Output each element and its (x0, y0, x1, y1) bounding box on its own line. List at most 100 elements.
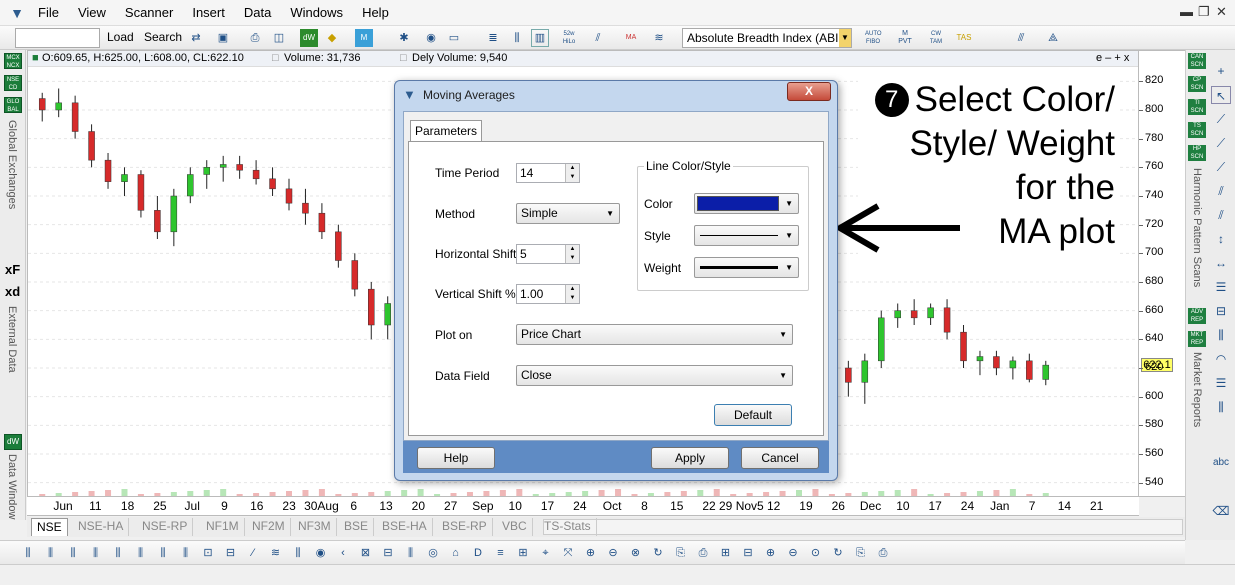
save-icon[interactable]: ▣ (214, 29, 232, 47)
color-select[interactable]: ▼ (694, 193, 799, 214)
mkt-rep-badge[interactable]: MKT REP (1188, 331, 1206, 347)
menu-scanner[interactable]: Scanner (125, 5, 173, 20)
expand-icon[interactable]: ↻ (650, 544, 666, 562)
renko-style-icon[interactable]: ⫼ (110, 544, 126, 562)
spin-down-icon[interactable]: ▼ (565, 294, 579, 303)
zoom-in-style-icon[interactable]: ⊡ (200, 544, 216, 562)
ma-icon[interactable]: MA (622, 29, 640, 47)
hlc-style-icon[interactable]: ⫼ (88, 544, 104, 562)
template-icon[interactable]: ◎ (425, 544, 441, 562)
andrews-pitchfork-icon[interactable]: ⫼ (1211, 326, 1231, 344)
apply-button[interactable]: Apply (651, 447, 729, 469)
grid-icon-icon[interactable]: ⊗ (628, 544, 644, 562)
zoom-out-style-icon[interactable]: ⊟ (223, 544, 239, 562)
drawing-tools-icon[interactable]: ⫻ (1012, 29, 1030, 47)
market-reports-tab[interactable]: Market Reports (1191, 352, 1203, 427)
tas-icon[interactable]: TAS (955, 29, 973, 47)
log-scale-icon[interactable]: D (470, 544, 486, 562)
fib-tool-icon[interactable]: ⌖ (538, 544, 554, 562)
chart-type-icon[interactable]: ≣ (484, 29, 502, 47)
settings-icon[interactable]: ⊠ (358, 544, 374, 562)
chart-window-buttons[interactable]: e – + x (1096, 51, 1129, 66)
pnf-style-icon[interactable]: ⫼ (178, 544, 194, 562)
indicator-tool-icon[interactable]: ⎙ (875, 544, 891, 562)
hp-scn-badge[interactable]: HP SCN (1188, 145, 1206, 161)
style-select[interactable]: ▼ (694, 225, 799, 246)
spin-up-icon[interactable]: ▲ (565, 245, 579, 254)
indicator-icon[interactable]: ⫽ (589, 29, 607, 47)
tab-nf1m[interactable]: NF1M (201, 518, 245, 536)
spin-up-icon[interactable]: ▲ (565, 285, 579, 294)
nse-cd-badge[interactable]: NSE CD (4, 75, 22, 91)
pivot-icon[interactable]: M PVT (896, 29, 914, 47)
menu-help[interactable]: Help (362, 5, 389, 20)
weight-select[interactable]: ▼ (694, 257, 799, 278)
restore-button[interactable]: ❐ (1198, 4, 1210, 20)
pattern-icon[interactable]: ⟁ (1044, 29, 1062, 47)
report-icon[interactable]: ⊙ (808, 544, 824, 562)
cw-tam-icon[interactable]: CW TAM (927, 29, 945, 47)
crosshair-icon[interactable]: ⫼ (290, 544, 306, 562)
ha-style-icon[interactable]: ⫼ (133, 544, 149, 562)
print-chart-icon[interactable]: ⎘ (853, 544, 869, 562)
data-window-tab[interactable]: Data Window (6, 454, 18, 519)
tab-nse[interactable]: NSE (31, 518, 68, 536)
ti-scn-badge[interactable]: TI SCN (1188, 99, 1206, 115)
text-tool-icon[interactable]: abc (1211, 454, 1231, 472)
tab-nf2m[interactable]: NF2M (247, 518, 291, 536)
ts-scn-badge[interactable]: TS SCN (1188, 122, 1206, 138)
gann-icon[interactable]: ⊟ (1211, 302, 1231, 320)
cancel-button[interactable]: Cancel (741, 447, 819, 469)
refresh-icon[interactable]: ‹ (335, 544, 351, 562)
global-badge[interactable]: GLO BAL (4, 97, 22, 113)
puzzle-icon[interactable]: ✱ (395, 29, 413, 47)
draw-tool-icon[interactable]: ⊕ (583, 544, 599, 562)
tab-vbc[interactable]: VBC (497, 518, 533, 536)
xf-icon[interactable]: xF (5, 262, 20, 277)
cursor-icon[interactable]: ⇄ (187, 29, 205, 47)
tab-nse-ha[interactable]: NSE-HA (73, 518, 130, 536)
parallel-line-icon[interactable]: ⫽ (1211, 206, 1231, 224)
tab-bse[interactable]: BSE (339, 518, 375, 536)
trend-tool-icon[interactable]: ≡ (493, 544, 509, 562)
eraser-icon[interactable]: ⌫ (1211, 502, 1231, 520)
minimize-button[interactable]: ▬ (1180, 4, 1193, 19)
time-period-spinner[interactable]: 14 ▲ ▼ (516, 163, 580, 183)
print-icon[interactable]: ⎙ (246, 29, 264, 47)
can-scn-badge[interactable]: CAN SCN (1188, 53, 1206, 69)
volume-profile-icon[interactable]: ▥ (531, 29, 549, 47)
plot-on-select[interactable]: Price Chart ▼ (516, 324, 793, 345)
symbol-input[interactable] (15, 28, 100, 48)
layout-icon[interactable]: ⌂ (448, 544, 464, 562)
global-exchanges-tab[interactable]: Global Exchanges (6, 120, 18, 209)
monitor-icon[interactable]: ▭ (445, 29, 463, 47)
candle-style-icon[interactable]: ⫼ (43, 544, 59, 562)
band-icon[interactable]: ≋ (650, 29, 668, 47)
kagi-style-icon[interactable]: ⫼ (155, 544, 171, 562)
diamond-icon[interactable]: ◆ (323, 29, 341, 47)
xd-icon[interactable]: xd (5, 284, 20, 299)
spin-down-icon[interactable]: ▼ (565, 173, 579, 182)
ms-icon[interactable]: M (355, 29, 373, 47)
horizontal-line-icon[interactable]: ↔ (1211, 254, 1231, 272)
grid-toggle-icon[interactable]: ≋ (268, 544, 284, 562)
reload-icon[interactable]: ⊖ (785, 544, 801, 562)
search-button[interactable]: Search (144, 30, 182, 44)
vertical-line-icon[interactable]: ↕ (1211, 230, 1231, 248)
menu-windows[interactable]: Windows (290, 5, 343, 20)
paste-icon[interactable]: ⫼ (403, 544, 419, 562)
dialog-close-button[interactable]: X (787, 82, 831, 101)
spin-down-icon[interactable]: ▼ (565, 254, 579, 263)
method-select[interactable]: Simple ▼ (516, 203, 620, 224)
zoom-in-icon[interactable]: ⊞ (718, 544, 734, 562)
bar-chart-icon[interactable]: ⫼ (508, 29, 526, 47)
close-window-button[interactable]: ✕ (1216, 4, 1227, 20)
plus-icon[interactable]: + (1211, 62, 1231, 80)
export-icon[interactable]: ↻ (830, 544, 846, 562)
lin-scale-icon[interactable]: ⊖ (605, 544, 621, 562)
data-window-icon[interactable]: dW (4, 434, 22, 450)
auto-fibo-icon[interactable]: AUTO FIBO (864, 29, 882, 47)
fib-retracement-icon[interactable]: ☰ (1211, 278, 1231, 296)
dw-icon[interactable]: dW (300, 29, 318, 47)
vertical-shift-spinner[interactable]: 1.00 ▲ ▼ (516, 284, 580, 304)
